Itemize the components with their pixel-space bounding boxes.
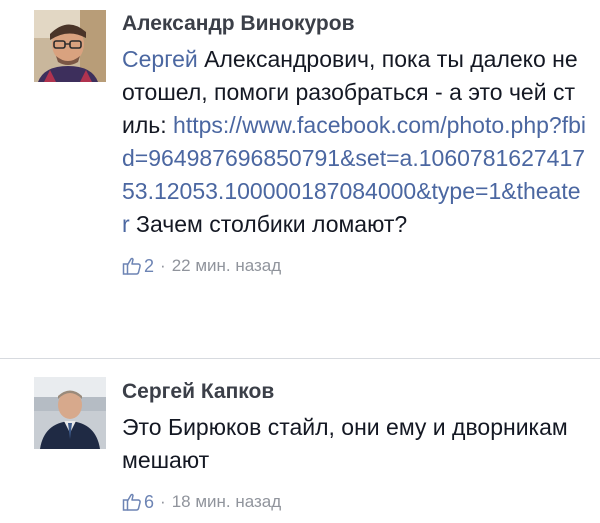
comment-text-tail: Зачем столбики ломают? [129, 211, 408, 237]
meta-separator: · [160, 492, 166, 511]
meta-separator: · [160, 256, 166, 275]
comment-body: Александр Винокуров Сергей Александрович… [122, 9, 586, 279]
like-count[interactable]: 6 [144, 492, 154, 513]
avatar-aleksandr-vinokurov[interactable] [34, 10, 106, 82]
comment-body: Сергей Капков Это Бирюков стайл, они ему… [122, 377, 586, 515]
timestamp[interactable]: 22 мин. назад [172, 256, 281, 276]
timestamp[interactable]: 18 мин. назад [172, 492, 281, 512]
thumbs-up-icon[interactable] [122, 492, 142, 512]
mention-link[interactable]: Сергей [122, 46, 198, 72]
author-name[interactable]: Сергей Капков [122, 377, 586, 407]
thumbs-up-icon[interactable] [122, 256, 142, 276]
comment-meta: 2 · 22 мин. назад [122, 253, 586, 279]
comment-1: Александр Винокуров Сергей Александрович… [0, 0, 600, 358]
comment-text: Сергей Александрович, пока ты далеко не … [122, 43, 586, 241]
like-count[interactable]: 2 [144, 256, 154, 277]
comment-text: Это Бирюков стайл, они ему и дворникам м… [122, 414, 568, 473]
author-name[interactable]: Александр Винокуров [122, 9, 586, 39]
comment-2: Сергей Капков Это Бирюков стайл, они ему… [0, 358, 600, 523]
comment-meta: 6 · 18 мин. назад [122, 489, 586, 515]
avatar-sergey-kapkov[interactable] [34, 377, 106, 449]
